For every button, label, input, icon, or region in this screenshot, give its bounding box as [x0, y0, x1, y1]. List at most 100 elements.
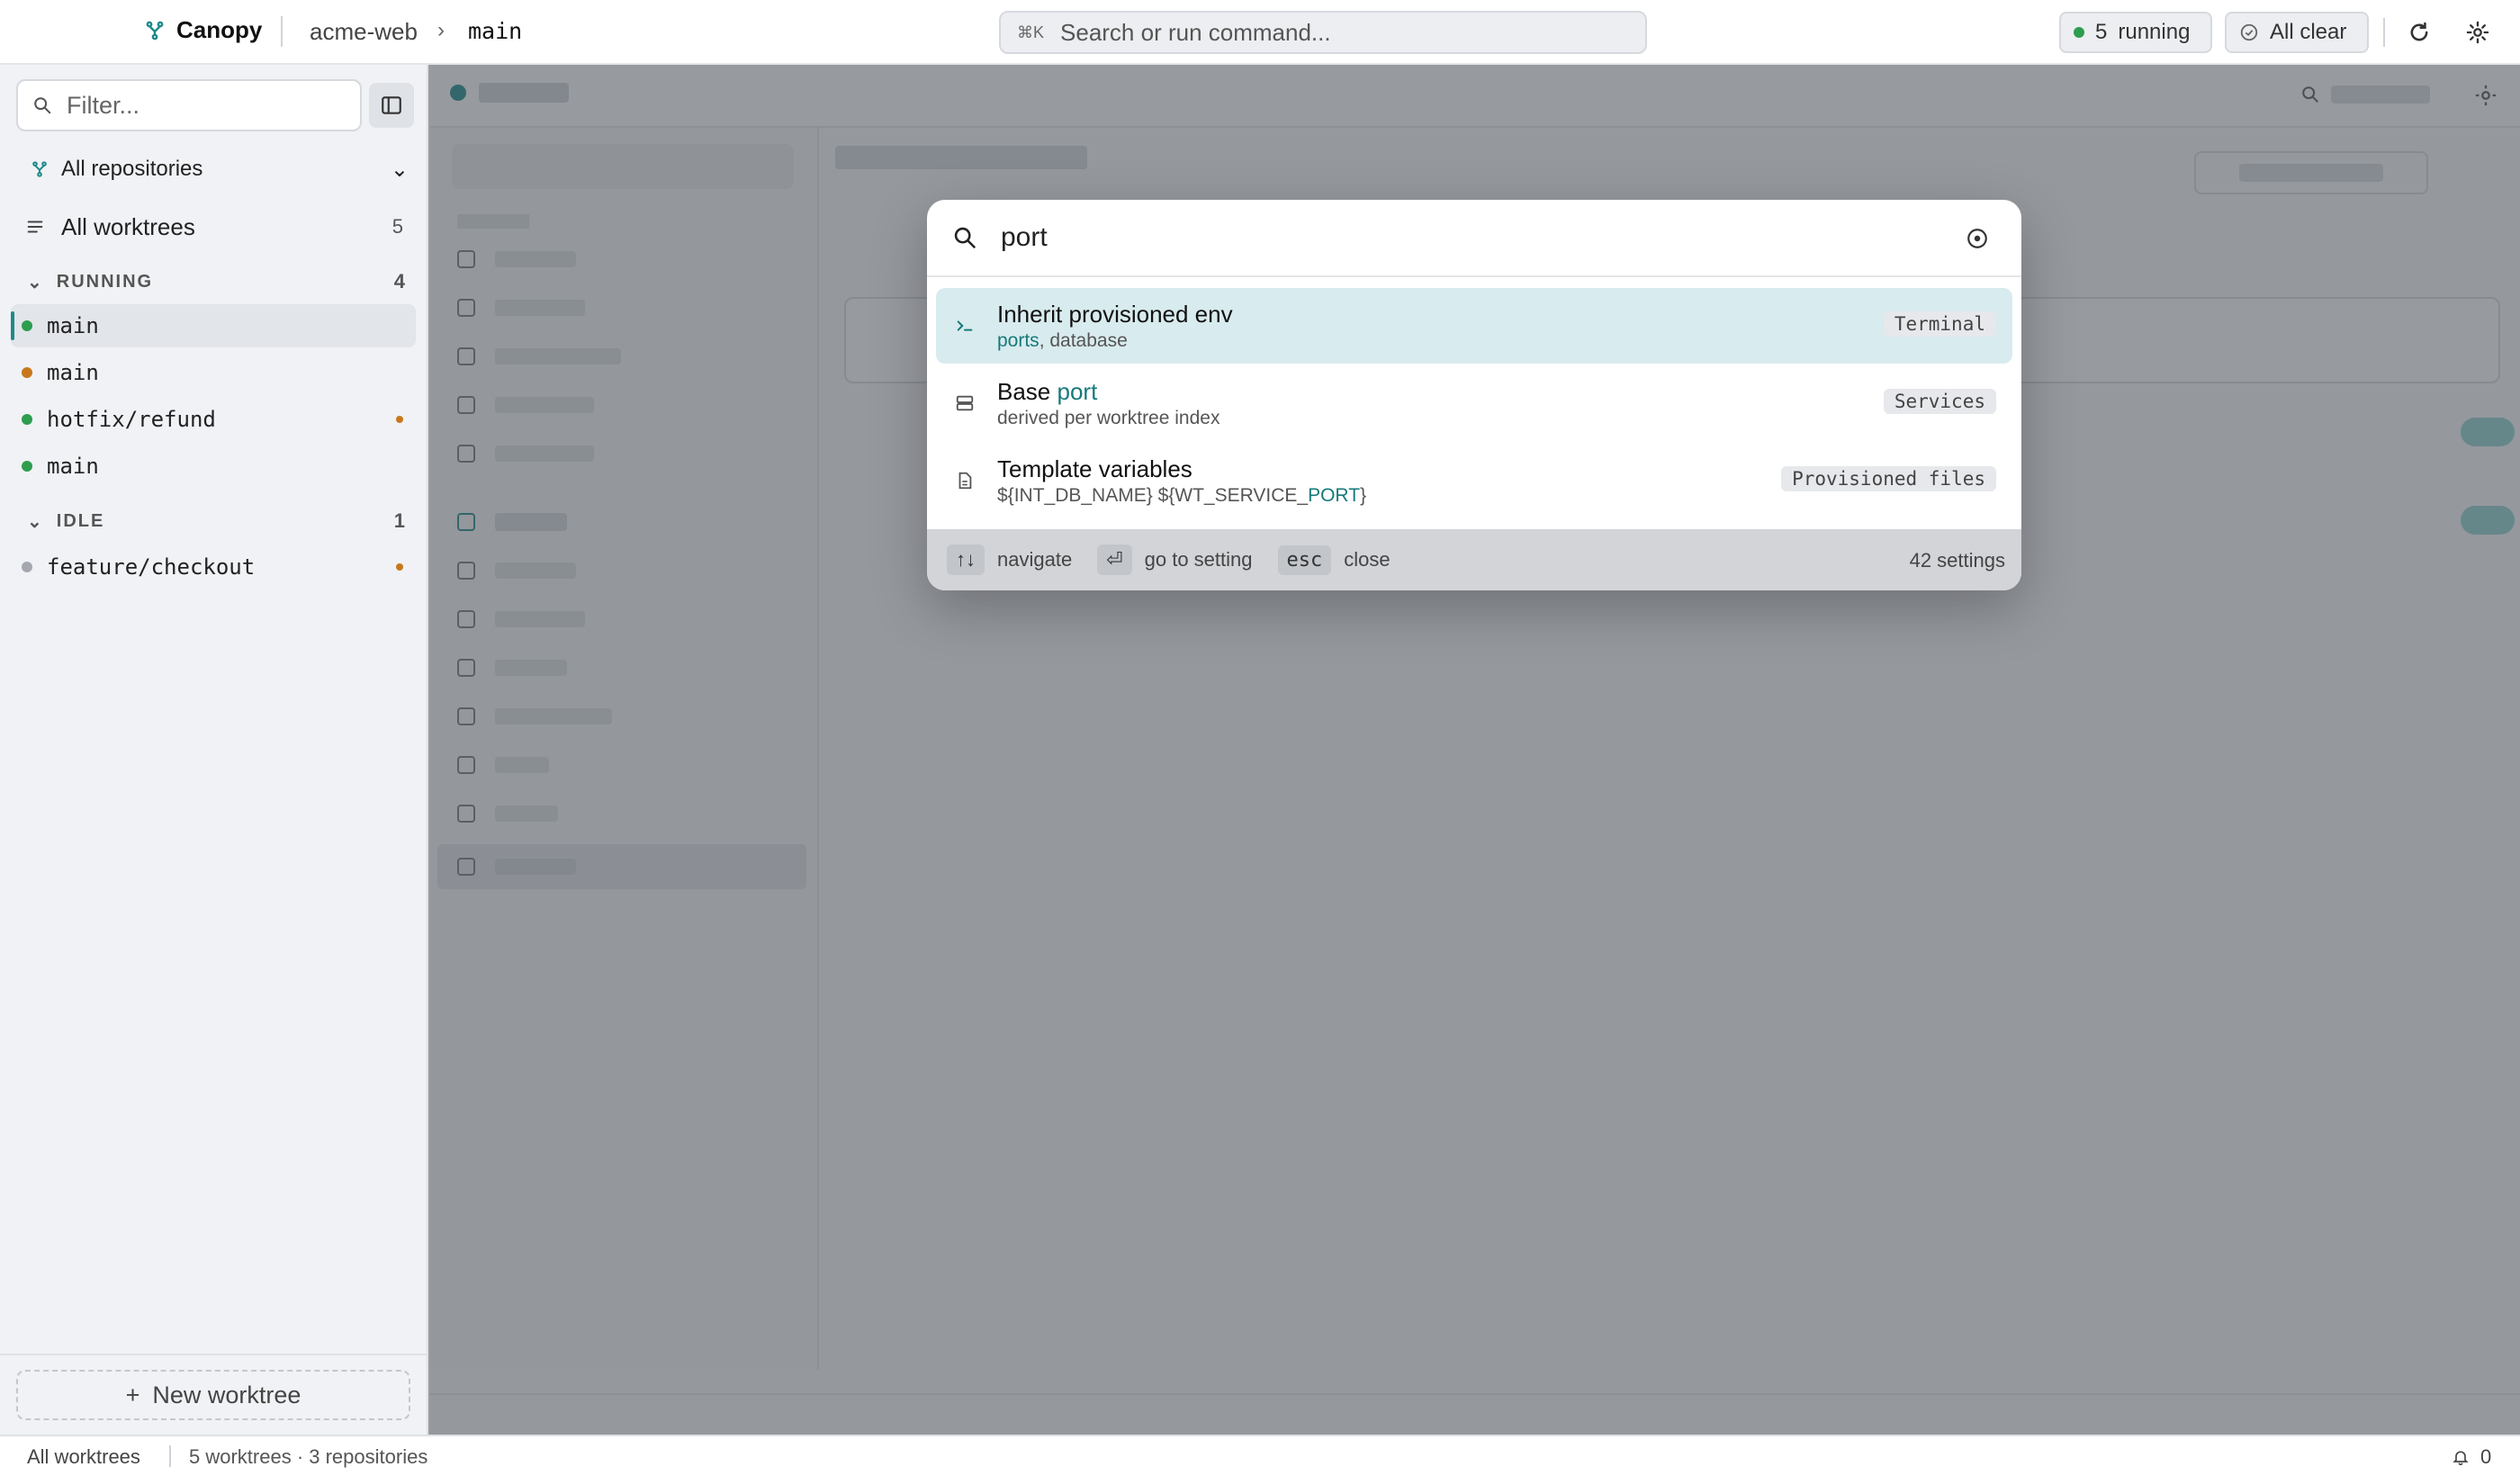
status-dot-icon: [22, 367, 32, 378]
nav-item[interactable]: [457, 805, 799, 823]
all-clear-button[interactable]: All clear: [2225, 12, 2369, 53]
nav-item[interactable]: [457, 756, 799, 774]
settings-header: [430, 65, 2520, 128]
worktree-name: feature/checkout: [47, 554, 256, 580]
settings-filter-input[interactable]: [452, 144, 794, 189]
status-scope[interactable]: All worktrees: [27, 1445, 140, 1469]
nav-item-selected[interactable]: [437, 844, 806, 889]
esc-key: esc: [1277, 544, 1332, 575]
nav-item-placeholder: [495, 708, 612, 724]
nav-icon: [457, 299, 475, 317]
group-header-running[interactable]: ⌄ RUNNING 4: [27, 268, 405, 295]
setting-toggle[interactable]: [2461, 506, 2515, 535]
chevron-right-icon: ›: [437, 18, 445, 42]
command-placeholder: Search or run command...: [1060, 18, 1331, 46]
repository-selector[interactable]: All repositories ⌄: [31, 151, 409, 187]
all-worktrees-count: 5: [392, 215, 403, 238]
search-button[interactable]: [2300, 85, 2430, 104]
nav-item-placeholder: [495, 300, 585, 316]
running-status-button[interactable]: 5 running: [2059, 12, 2212, 53]
running-dot-icon: [2074, 27, 2084, 38]
nav-icon: [457, 858, 475, 876]
new-worktree-button[interactable]: + New worktree: [16, 1370, 410, 1420]
nav-item[interactable]: [457, 610, 799, 628]
settings-title-placeholder: [479, 83, 569, 103]
worktree-item[interactable]: hotfix/refund: [11, 398, 416, 441]
gear-icon[interactable]: [2473, 83, 2498, 112]
status-dot-icon: [22, 414, 32, 425]
worktree-name: main: [47, 454, 99, 479]
nav-item[interactable]: [457, 445, 799, 463]
nav-item-placeholder: [495, 251, 576, 267]
command-bar[interactable]: ⌘K Search or run command...: [999, 11, 1647, 54]
worktree-name: hotfix/refund: [47, 407, 216, 432]
result-title: Base port: [997, 377, 1098, 405]
new-worktree-label: New worktree: [152, 1381, 302, 1408]
notifications-button[interactable]: 0: [2452, 1445, 2491, 1469]
nav-item[interactable]: [457, 562, 799, 580]
nav-item-placeholder: [495, 446, 594, 462]
sidebar-panel-icon: [382, 96, 401, 114]
nav-item[interactable]: [457, 396, 799, 414]
preview-json-button[interactable]: [2194, 151, 2428, 194]
nav-icon: [457, 610, 475, 628]
palette-footer: ↑↓ navigate ⏎ go to setting esc close 42 se…: [927, 529, 2021, 590]
result-title: Template variables: [997, 454, 1192, 482]
group-header-idle[interactable]: ⌄ IDLE 1: [27, 508, 405, 535]
chevron-down-icon: ⌄: [27, 272, 44, 292]
palette-result[interactable]: Base port derived per worktree index Ser…: [936, 365, 2012, 441]
nav-item[interactable]: [457, 513, 799, 531]
worktree-item[interactable]: main: [11, 304, 416, 347]
worktree-item[interactable]: feature/checkout: [11, 545, 416, 589]
group-label: IDLE: [56, 510, 105, 531]
settings-title: [450, 83, 569, 103]
clear-search-icon[interactable]: [1966, 227, 1989, 250]
nav-item-placeholder: [495, 660, 567, 676]
bell-icon: [2452, 1451, 2469, 1466]
settings-button[interactable]: [2462, 16, 2494, 49]
settings-nav: [430, 128, 819, 1370]
all-clear-label: All clear: [2270, 20, 2347, 44]
toggle-sidebar-button[interactable]: [369, 83, 414, 128]
server-icon: [954, 392, 976, 414]
app-brand[interactable]: Canopy: [144, 16, 262, 44]
list-icon: [27, 220, 43, 233]
search-label-placeholder: [2331, 86, 2430, 104]
filter-input[interactable]: Filter...: [16, 79, 362, 131]
result-category-badge: Terminal: [1883, 311, 1996, 337]
nav-item-placeholder: [495, 397, 594, 413]
result-category-badge: Provisioned files: [1781, 466, 1996, 491]
worktree-item[interactable]: main: [11, 445, 416, 488]
nav-item[interactable]: [457, 299, 799, 317]
all-worktrees-item[interactable]: All worktrees 5: [25, 209, 403, 245]
nav-item[interactable]: [457, 347, 799, 365]
status-dot-icon: [22, 562, 32, 572]
nav-icon: [457, 707, 475, 725]
chevron-down-icon: ⌄: [27, 511, 44, 532]
status-bar: All worktrees 5 worktrees · 3 repositori…: [0, 1435, 2520, 1476]
nav-item[interactable]: [457, 250, 799, 268]
refresh-button[interactable]: [2403, 16, 2435, 49]
status-summary: 5 worktrees · 3 repositories: [189, 1445, 428, 1468]
palette-search-input[interactable]: port: [927, 200, 2021, 277]
nav-item[interactable]: [457, 707, 799, 725]
group-count: 4: [393, 270, 405, 292]
worktree-item[interactable]: main: [11, 351, 416, 394]
nav-icon: [457, 756, 475, 774]
changes-indicator-icon: [396, 563, 403, 571]
breadcrumb-branch[interactable]: main: [468, 18, 522, 44]
plus-icon: +: [125, 1381, 140, 1408]
breadcrumb-repo[interactable]: acme-web: [310, 18, 418, 46]
palette-result[interactable]: Template variables ${INT_DB_NAME} ${WT_S…: [936, 443, 2012, 518]
setting-toggle[interactable]: [2461, 418, 2515, 446]
nav-item-placeholder: [495, 513, 567, 531]
settings-content-heading: [835, 146, 1087, 176]
nav-item[interactable]: [457, 659, 799, 677]
chevron-down-icon: ⌄: [390, 157, 409, 182]
palette-result[interactable]: Inherit provisioned env ports, database …: [936, 288, 2012, 364]
worktree-name: main: [47, 313, 99, 338]
nav-item-placeholder: [495, 611, 585, 627]
nav-icon: [457, 805, 475, 823]
result-category-badge: Services: [1883, 389, 1996, 414]
search-icon: [954, 227, 976, 248]
